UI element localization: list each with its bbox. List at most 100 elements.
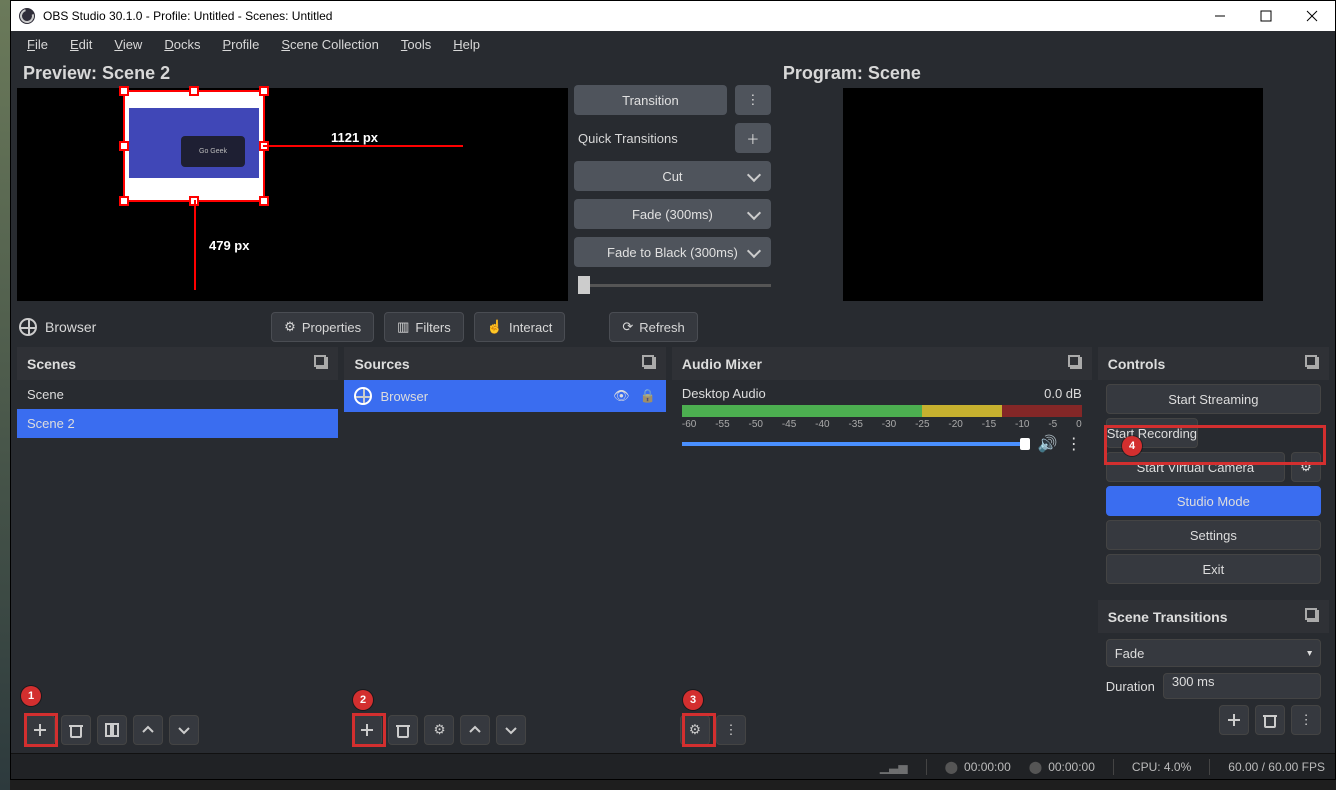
scene-item[interactable]: Scene 2: [17, 409, 338, 438]
maximize-button[interactable]: [1243, 1, 1289, 31]
audio-source-level: 0.0 dB: [1044, 386, 1082, 401]
move-scene-up-button[interactable]: [133, 715, 163, 745]
start-virtual-camera-button[interactable]: Start Virtual Camera: [1106, 452, 1285, 482]
move-source-up-button[interactable]: [460, 715, 490, 745]
audio-title: Audio Mixer: [682, 356, 762, 372]
transition-column: Transition ⋮ Quick Transitions ＋ Cut Fad…: [574, 61, 771, 301]
start-recording-button[interactable]: Start Recording: [1106, 418, 1198, 448]
remove-source-button[interactable]: [388, 715, 418, 745]
add-scene-button[interactable]: [25, 715, 55, 745]
popout-icon[interactable]: [1305, 608, 1319, 625]
speaker-icon[interactable]: 🔊: [1038, 434, 1058, 454]
visibility-icon[interactable]: 👁: [613, 388, 630, 404]
transition-select[interactable]: Fade: [1106, 639, 1321, 667]
remove-transition-button[interactable]: [1255, 705, 1285, 735]
docks-row: Scenes Scene Scene 2 Sources Browser: [11, 347, 1335, 753]
exit-button[interactable]: Exit: [1106, 554, 1321, 584]
menu-docks[interactable]: Docks: [154, 33, 210, 56]
add-quick-transition-button[interactable]: ＋: [735, 123, 771, 153]
preview-thumbnail: [129, 96, 259, 196]
menu-profile[interactable]: Profile: [212, 33, 269, 56]
network-icon: ▁▃▅: [880, 760, 908, 774]
menu-file[interactable]: File: [17, 33, 58, 56]
move-source-down-button[interactable]: [496, 715, 526, 745]
filters-button[interactable]: ▥Filters: [384, 312, 464, 342]
move-scene-down-button[interactable]: [169, 715, 199, 745]
dimension-width-label: 1121 px: [331, 130, 378, 145]
scene-filters-button[interactable]: [97, 715, 127, 745]
audio-menu-button[interactable]: ⋮: [1066, 434, 1082, 454]
statusbar: ▁▃▅ ⬤00:00:00 ⬤00:00:00 CPU: 4.0% 60.00 …: [11, 753, 1335, 779]
dimension-guide-vertical: [194, 200, 196, 290]
status-time-1: 00:00:00: [964, 760, 1011, 774]
transition-slider[interactable]: [574, 275, 771, 295]
properties-button[interactable]: ⚙Properties: [271, 312, 374, 342]
browser-icon: [19, 318, 37, 336]
audio-settings-button[interactable]: ⚙: [680, 715, 710, 745]
scene-item[interactable]: Scene: [17, 380, 338, 409]
studio-mode-button[interactable]: Studio Mode: [1106, 486, 1321, 516]
annotation-marker-1: 1: [21, 686, 41, 706]
menu-help[interactable]: Help: [443, 33, 490, 56]
dimension-height-label: 479 px: [209, 238, 249, 253]
volume-slider[interactable]: [682, 442, 1030, 446]
gear-icon: ⚙: [1300, 459, 1312, 475]
remove-scene-button[interactable]: [61, 715, 91, 745]
source-item-label: Browser: [380, 389, 428, 404]
scenes-title: Scenes: [27, 356, 76, 372]
preview-canvas[interactable]: 1121 px 479 px: [17, 88, 568, 301]
minimize-button[interactable]: [1197, 1, 1243, 31]
transition-menu-button[interactable]: ⋮: [735, 85, 771, 115]
sources-title: Sources: [354, 356, 409, 372]
settings-button[interactable]: Settings: [1106, 520, 1321, 550]
quick-transition-fade[interactable]: Fade (300ms): [574, 199, 771, 229]
transition-properties-button[interactable]: ⋮: [1291, 705, 1321, 735]
duration-input[interactable]: 300 ms: [1163, 673, 1321, 699]
source-properties-button[interactable]: ⚙: [424, 715, 454, 745]
refresh-button[interactable]: ⟳Refresh: [609, 312, 697, 342]
controls-dock: Controls Start Streaming Start Recording…: [1098, 347, 1329, 753]
virtual-camera-settings-button[interactable]: ⚙: [1291, 452, 1321, 482]
controls-title: Controls: [1108, 356, 1166, 372]
popout-icon[interactable]: [314, 355, 328, 372]
quick-transition-fade-to-black[interactable]: Fade to Black (300ms): [574, 237, 771, 267]
lock-icon[interactable]: 🔒: [640, 388, 656, 404]
gear-icon: ⚙: [433, 722, 445, 738]
preview-source-box[interactable]: [125, 92, 263, 200]
add-source-button[interactable]: [352, 715, 382, 745]
transition-button[interactable]: Transition: [574, 85, 727, 115]
browser-icon: [354, 387, 372, 405]
program-canvas[interactable]: [843, 88, 1263, 301]
popout-icon[interactable]: [1305, 355, 1319, 372]
scenes-dock: Scenes Scene Scene 2: [17, 347, 338, 753]
menu-scene-collection[interactable]: Scene Collection: [271, 33, 389, 56]
quick-transition-cut[interactable]: Cut: [574, 161, 771, 191]
transitions-title: Scene Transitions: [1108, 609, 1228, 625]
close-button[interactable]: [1289, 1, 1335, 31]
stream-indicator-icon: ⬤: [1029, 760, 1042, 774]
refresh-icon: ⟳: [622, 319, 633, 335]
interact-button[interactable]: ☝Interact: [474, 312, 566, 342]
menu-tools[interactable]: Tools: [391, 33, 441, 56]
menubar: File Edit View Docks Profile Scene Colle…: [11, 31, 1335, 57]
popout-icon[interactable]: [642, 355, 656, 372]
start-streaming-button[interactable]: Start Streaming: [1106, 384, 1321, 414]
audio-meter: [682, 405, 1082, 417]
popout-icon[interactable]: [1068, 355, 1082, 372]
program-title: Program: Scene: [783, 63, 1329, 84]
gear-icon: ⚙: [284, 319, 296, 335]
filters-icon: ▥: [397, 319, 409, 335]
sources-list[interactable]: Browser 👁 🔒: [344, 380, 665, 707]
audio-ticks: -60-55-50-45-40-35-30-25-20-15-10-50: [682, 419, 1082, 430]
menu-view[interactable]: View: [104, 33, 152, 56]
duration-label: Duration: [1106, 679, 1155, 694]
app-window: OBS Studio 30.1.0 - Profile: Untitled - …: [10, 0, 1336, 780]
source-item[interactable]: Browser 👁 🔒: [344, 380, 665, 412]
audio-menu-button[interactable]: ⋮: [716, 715, 746, 745]
menu-edit[interactable]: Edit: [60, 33, 102, 56]
status-time-2: 00:00:00: [1048, 760, 1095, 774]
source-toolbar: Browser ⚙Properties ▥Filters ☝Interact ⟳…: [11, 307, 1335, 347]
add-transition-button[interactable]: [1219, 705, 1249, 735]
annotation-marker-2: 2: [353, 690, 373, 710]
scenes-list[interactable]: Scene Scene 2: [17, 380, 338, 707]
